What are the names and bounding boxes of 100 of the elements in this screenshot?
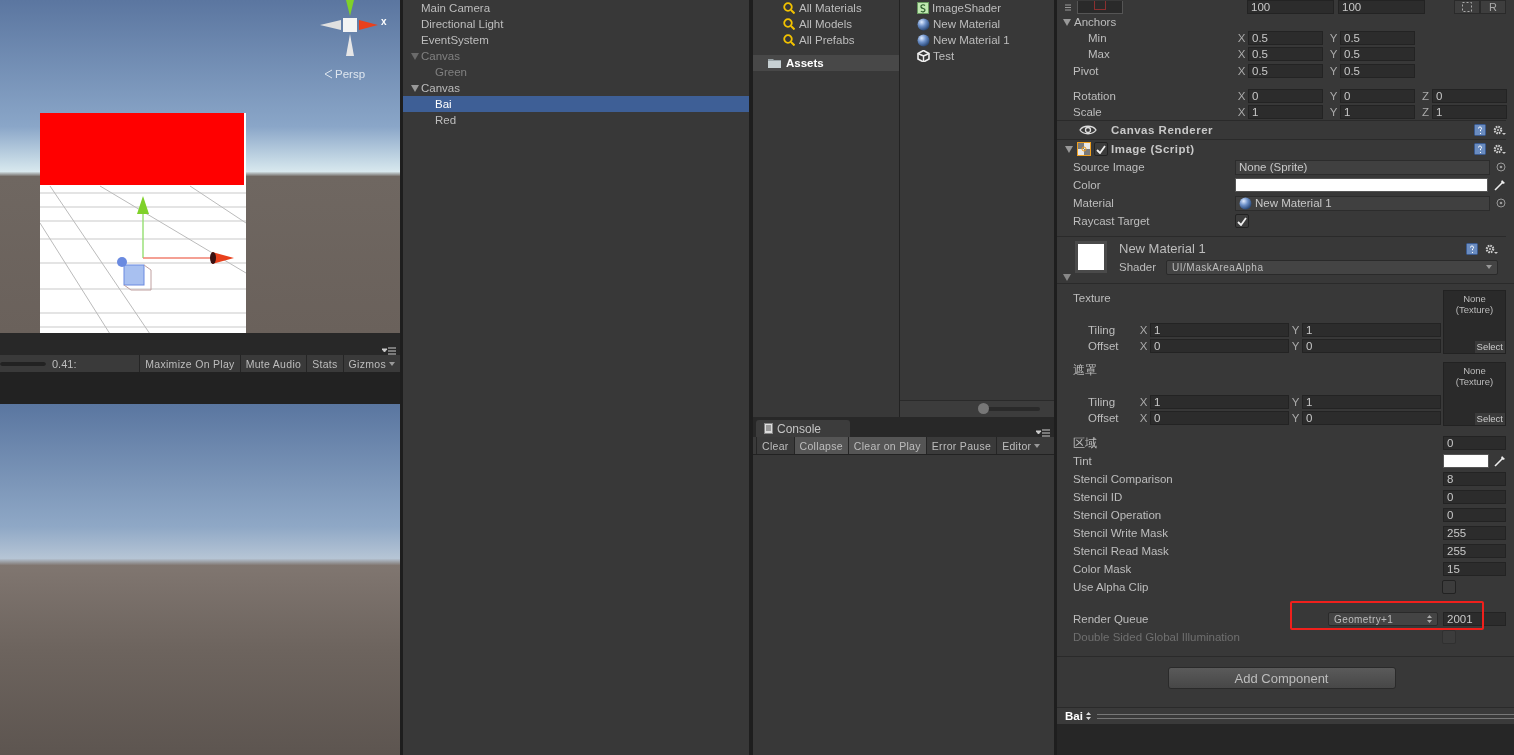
texture-slot[interactable]: None (Texture) Select	[1443, 290, 1506, 354]
number-field[interactable]: 8	[1443, 472, 1506, 486]
shader-dropdown[interactable]: UI/MaskAreaAlpha	[1166, 259, 1498, 275]
console-tab[interactable]: Console	[756, 420, 850, 437]
raw-edit-button[interactable]: R	[1480, 0, 1506, 14]
number-field[interactable]: 15	[1443, 562, 1506, 576]
hierarchy-item[interactable]: EventSystem	[403, 32, 749, 48]
number-field[interactable]: 1	[1302, 323, 1441, 337]
number-field[interactable]: 1	[1340, 105, 1415, 119]
number-field[interactable]: 0	[1248, 89, 1323, 103]
number-field[interactable]: 255	[1443, 544, 1506, 558]
asset-item[interactable]: New Material 1	[917, 32, 1054, 48]
axis-label: Y	[1328, 106, 1339, 118]
number-field[interactable]: 0	[1302, 339, 1441, 353]
hierarchy-item[interactable]: Main Camera	[403, 0, 749, 16]
field-label: Stencil Write Mask	[1073, 526, 1169, 541]
field-label: Raycast Target	[1073, 214, 1151, 229]
toolbar-button[interactable]: Collapse	[793, 437, 848, 454]
number-field[interactable]: 100	[1247, 0, 1334, 14]
hierarchy-item[interactable]: Bai	[403, 96, 749, 112]
eyedropper-icon	[1494, 455, 1506, 467]
number-field[interactable]: 0	[1443, 490, 1506, 504]
checkmark-icon	[1237, 216, 1247, 226]
number-field[interactable]: 1	[1248, 105, 1323, 119]
field-label: Tiling	[1087, 323, 1117, 338]
asset-item[interactable]: New Material	[917, 16, 1054, 32]
panel-menu-icon	[382, 347, 396, 355]
number-field[interactable]: 0	[1432, 89, 1507, 103]
field-label: Scale	[1073, 105, 1103, 120]
number-field[interactable]: 0.5	[1248, 47, 1323, 61]
hierarchy-item[interactable]: Canvas	[403, 80, 749, 96]
field-label: Tiling	[1087, 395, 1117, 410]
scale-slider[interactable]	[0, 361, 46, 366]
axis-label: Y	[1290, 324, 1301, 336]
menu-icon	[1065, 3, 1071, 11]
number-field[interactable]: 2001	[1443, 612, 1506, 626]
axis-label: Y	[1290, 396, 1301, 408]
asset-item[interactable]: Test	[917, 48, 1054, 64]
section-label[interactable]: Anchors	[1074, 14, 1117, 30]
favorite-item[interactable]: All Models	[753, 16, 899, 32]
cube-logo-icon	[917, 50, 930, 62]
blueprint-mode-button[interactable]	[1454, 0, 1480, 14]
number-field[interactable]: 1	[1150, 395, 1289, 409]
number-field[interactable]: 1	[1150, 323, 1289, 337]
resize-handle[interactable]	[1096, 713, 1514, 719]
axis-label: Z	[1421, 106, 1430, 118]
number-field[interactable]: 0.5	[1340, 64, 1415, 78]
anchor-preset-button[interactable]	[1077, 0, 1123, 14]
component-title: Image (Script)	[1111, 143, 1195, 155]
enable-checkbox[interactable]	[1094, 142, 1108, 156]
select-button[interactable]: Select	[1474, 413, 1505, 425]
number-field[interactable]: 0.5	[1248, 31, 1323, 45]
object-field[interactable]: New Material 1	[1235, 195, 1490, 211]
number-field[interactable]: 0.5	[1340, 31, 1415, 45]
hierarchy-item[interactable]: Directional Light	[403, 16, 749, 32]
field-label: Stencil Read Mask	[1073, 544, 1170, 559]
select-button[interactable]: Select	[1474, 341, 1505, 353]
number-field[interactable]: 255	[1443, 526, 1506, 540]
scene-view[interactable]: x Persp	[0, 0, 400, 333]
caret-icon	[1486, 265, 1492, 269]
number-field[interactable]: 0.5	[1340, 47, 1415, 61]
field-label: Max	[1087, 47, 1111, 62]
number-field[interactable]: 1	[1302, 395, 1441, 409]
field-label: Min	[1087, 31, 1108, 46]
number-field[interactable]: 0	[1150, 339, 1289, 353]
axis-label: Z	[1421, 90, 1430, 102]
favorite-item[interactable]: All Materials	[753, 0, 899, 16]
slider-thumb[interactable]	[978, 403, 989, 414]
number-field[interactable]: 0	[1302, 411, 1441, 425]
axis-label: Y	[1328, 48, 1339, 60]
scale-value: 0.41:	[52, 357, 77, 370]
asset-item[interactable]: ImageShader	[917, 0, 1054, 16]
updown-arrows-icon	[1085, 712, 1091, 720]
number-field[interactable]: 0	[1150, 411, 1289, 425]
object-field[interactable]: None (Sprite)	[1235, 159, 1490, 175]
toolbar-button[interactable]: Clear on Play	[847, 437, 926, 454]
color-field[interactable]	[1443, 454, 1489, 468]
hierarchy-item[interactable]: Red	[403, 112, 749, 128]
sphere-icon	[917, 33, 930, 47]
favorite-item[interactable]: All Prefabs	[753, 32, 899, 48]
number-field[interactable]: 1	[1432, 105, 1507, 119]
number-field[interactable]: 0	[1443, 508, 1506, 522]
target-picker-icon	[1496, 162, 1506, 172]
queue-dropdown[interactable]: Geometry+1	[1328, 612, 1438, 626]
texture-slot[interactable]: None (Texture) Select	[1443, 362, 1506, 426]
color-field[interactable]	[1235, 178, 1488, 192]
checkbox[interactable]	[1235, 214, 1249, 228]
component-title: Canvas Renderer	[1111, 124, 1214, 136]
material-name: New Material 1	[1119, 241, 1206, 256]
add-component-button[interactable]: Add Component	[1167, 667, 1396, 689]
selection-dropdown[interactable]: Bai	[1065, 710, 1091, 722]
checkmark-icon	[1096, 144, 1106, 154]
field-label: Color	[1073, 178, 1102, 193]
folder-item[interactable]: Assets	[753, 55, 899, 71]
number-field[interactable]: 0.5	[1248, 64, 1323, 78]
number-field[interactable]: 0	[1340, 89, 1415, 103]
checkbox[interactable]	[1442, 580, 1456, 594]
image-component-icon	[1077, 142, 1091, 156]
number-field[interactable]: 100	[1338, 0, 1425, 14]
number-field[interactable]: 0	[1443, 436, 1506, 450]
